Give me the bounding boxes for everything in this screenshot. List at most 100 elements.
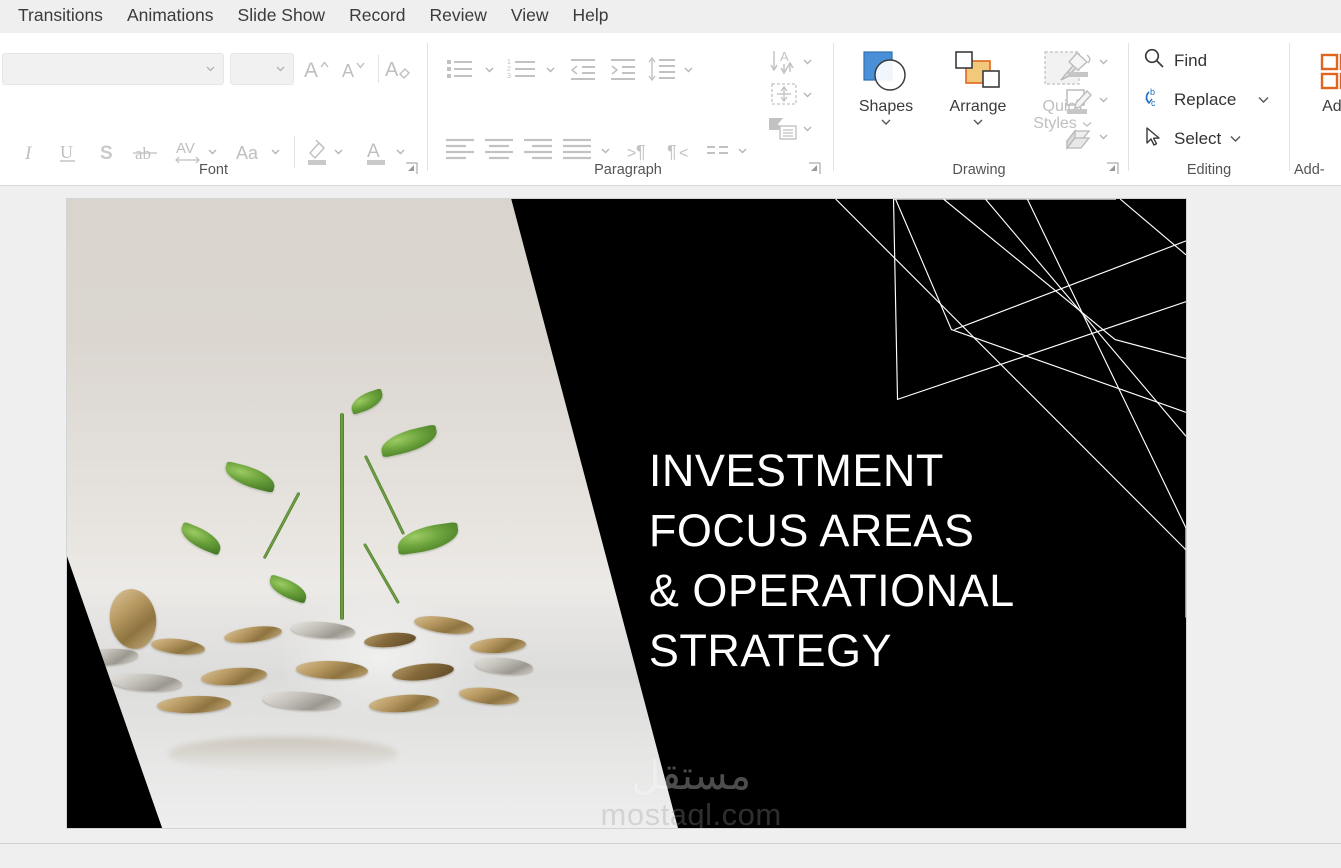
slide-title[interactable]: INVESTMENT FOCUS AREAS & OPERATIONAL STR… — [649, 441, 1015, 681]
svg-text:<: < — [679, 145, 688, 162]
svg-text:AV: AV — [176, 140, 195, 157]
align-text-chevron-icon[interactable] — [799, 86, 815, 102]
slide-canvas[interactable]: INVESTMENT FOCUS AREAS & OPERATIONAL STR… — [66, 198, 1187, 829]
ribbon: A A A I U S ab AV Aa A Font 1 2 3 > ¶ ¶ … — [0, 33, 1341, 186]
replace-button[interactable]: b c Replace — [1143, 86, 1270, 113]
watermark-latin-text: mostaql.com — [600, 796, 782, 829]
columns-chevron-icon[interactable] — [734, 142, 750, 158]
slide-editing-area[interactable]: INVESTMENT FOCUS AREAS & OPERATIONAL STR… — [0, 186, 1341, 843]
align-text-button[interactable] — [768, 79, 800, 109]
align-right-button[interactable] — [521, 135, 555, 165]
text-highlight-chevron-icon[interactable] — [330, 143, 346, 159]
character-spacing-chevron-icon[interactable] — [204, 143, 220, 159]
addins-button-label: Add- — [1322, 98, 1341, 115]
bullets-button[interactable] — [445, 56, 475, 82]
justify-chevron-icon[interactable] — [597, 142, 613, 158]
numbering-button[interactable]: 1 2 3 — [506, 56, 538, 82]
svg-text:A: A — [304, 59, 318, 82]
geometric-line-decoration — [835, 199, 1186, 618]
tab-slide-show[interactable]: Slide Show — [226, 3, 338, 30]
find-button[interactable]: Find — [1143, 47, 1207, 74]
shape-fill-button[interactable] — [1062, 47, 1096, 79]
drawing-dialog-launcher[interactable] — [1106, 162, 1120, 176]
search-icon — [1143, 47, 1165, 74]
arrange-icon — [930, 47, 1026, 97]
group-label-paragraph: Paragraph — [594, 162, 662, 178]
tab-view[interactable]: View — [499, 3, 561, 30]
bullets-chevron-icon[interactable] — [481, 61, 497, 77]
group-label-drawing: Drawing — [952, 162, 1006, 178]
find-label: Find — [1174, 50, 1208, 70]
tab-record[interactable]: Record — [337, 3, 417, 30]
font-dialog-launcher[interactable] — [405, 162, 419, 176]
shapes-button[interactable]: Shapes — [844, 47, 928, 129]
line-spacing-chevron-icon[interactable] — [680, 61, 696, 77]
svg-text:¶: ¶ — [667, 142, 677, 162]
svg-text:S: S — [100, 143, 113, 164]
increase-font-size-button[interactable]: A — [302, 53, 334, 85]
arrange-chevron-icon[interactable] — [930, 117, 1026, 129]
shape-fill-chevron-icon[interactable] — [1095, 53, 1111, 69]
svg-text:3: 3 — [507, 73, 511, 80]
tab-help[interactable]: Help — [561, 3, 621, 30]
tab-review[interactable]: Review — [418, 3, 499, 30]
paragraph-dialog-launcher[interactable] — [808, 162, 822, 176]
font-color-chevron-icon[interactable] — [392, 143, 408, 159]
status-bar — [0, 843, 1341, 868]
ribbon-tab-strip: Transitions Animations Slide Show Record… — [0, 0, 1341, 33]
line-spacing-button[interactable] — [647, 56, 677, 82]
svg-text:Aa: Aa — [236, 143, 259, 163]
svg-text:1: 1 — [507, 59, 511, 66]
select-label: Select — [1174, 128, 1222, 148]
decrease-font-size-button[interactable]: A — [340, 53, 372, 85]
addins-button[interactable]: Add- — [1304, 47, 1341, 116]
shape-outline-button[interactable] — [1062, 85, 1096, 117]
replace-chevron-icon[interactable] — [1257, 90, 1270, 110]
select-button[interactable]: Select — [1143, 125, 1242, 152]
clear-formatting-button[interactable]: A — [384, 53, 416, 85]
decrease-indent-button[interactable] — [568, 56, 598, 82]
font-size-combo[interactable] — [230, 53, 294, 85]
svg-text:b: b — [1150, 87, 1155, 97]
arrange-button[interactable]: Arrange — [930, 47, 1026, 129]
rtl-text-direction-button[interactable]: ¶ < — [664, 137, 694, 165]
ribbon-group-paragraph: 1 2 3 > ¶ ¶ < A Paragraph — [428, 33, 828, 185]
shape-outline-chevron-icon[interactable] — [1095, 91, 1111, 107]
watermark-arabic-text: مستقل — [631, 752, 751, 799]
replace-label: Replace — [1174, 89, 1237, 109]
font-name-combo[interactable] — [2, 53, 224, 85]
replace-icon: b c — [1143, 86, 1165, 113]
svg-text:U: U — [60, 142, 73, 162]
select-chevron-icon[interactable] — [1229, 129, 1242, 149]
change-case-chevron-icon[interactable] — [267, 143, 283, 159]
increase-indent-button[interactable] — [608, 56, 638, 82]
svg-text:A: A — [780, 49, 789, 64]
numbering-chevron-icon[interactable] — [542, 61, 558, 77]
shapes-label: Shapes — [858, 98, 914, 115]
group-label-addins: Add- — [1294, 162, 1325, 178]
divider — [378, 55, 379, 83]
shape-effects-chevron-icon[interactable] — [1095, 128, 1111, 144]
sort-button[interactable]: A — [768, 46, 800, 76]
sort-chevron-icon[interactable] — [799, 53, 815, 69]
align-center-button[interactable] — [482, 135, 516, 165]
convert-to-smartart-button[interactable] — [766, 113, 800, 143]
justify-button[interactable] — [560, 135, 594, 165]
svg-text:A: A — [367, 141, 380, 162]
ltr-text-direction-button[interactable]: > ¶ — [626, 137, 656, 165]
smartart-chevron-icon[interactable] — [799, 120, 815, 136]
svg-text:A: A — [342, 61, 354, 81]
ribbon-group-editing: Find b c Replace Select Editing — [1129, 33, 1289, 185]
svg-text:A: A — [385, 59, 399, 81]
svg-text:I: I — [24, 143, 33, 164]
addins-grid-icon — [1304, 47, 1341, 97]
tab-animations[interactable]: Animations — [115, 3, 226, 30]
cursor-arrow-icon — [1143, 125, 1165, 152]
svg-text:2: 2 — [507, 66, 511, 73]
columns-button[interactable] — [704, 139, 732, 163]
shape-effects-button[interactable] — [1062, 123, 1096, 153]
tab-transitions[interactable]: Transitions — [6, 3, 115, 30]
shapes-chevron-icon[interactable] — [844, 117, 928, 129]
svg-text:¶: ¶ — [636, 142, 646, 162]
align-left-button[interactable] — [443, 135, 477, 165]
